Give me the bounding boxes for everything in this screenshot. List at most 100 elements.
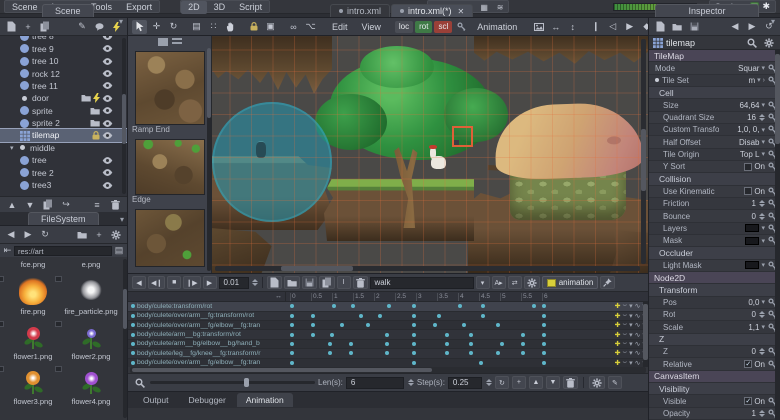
- ease-curve-button[interactable]: ⌣: [622, 331, 627, 339]
- keyframe[interactable]: [542, 342, 546, 346]
- property-value[interactable]: ✓On: [744, 360, 765, 369]
- add-key-button[interactable]: ✚: [615, 312, 621, 320]
- save-resource-button[interactable]: [687, 20, 701, 34]
- ease-curve-button[interactable]: ⌣: [622, 340, 627, 348]
- checkbox[interactable]: [744, 163, 752, 171]
- add-track-button[interactable]: +: [512, 376, 526, 389]
- file-item[interactable]: fire.png: [5, 276, 61, 316]
- keyframe[interactable]: [359, 314, 363, 318]
- property-row[interactable]: Tile Setm▾›: [649, 75, 780, 87]
- bitmask-field[interactable]: [745, 224, 759, 232]
- ruler-ticks[interactable]: 00.511.522.533.544.555.56: [286, 292, 648, 301]
- filesystem-scrollbar[interactable]: [123, 259, 127, 418]
- insert-key-button[interactable]: [454, 20, 469, 34]
- palette-scrollbar[interactable]: [207, 48, 211, 271]
- tab-close-icon[interactable]: ✕: [458, 7, 465, 16]
- keyframe[interactable]: [290, 304, 294, 308]
- animation-track[interactable]: body/culete:transform/rot✚⌣▾∿▾: [128, 302, 648, 311]
- property-value[interactable]: On: [744, 162, 765, 171]
- expander-icon[interactable]: ▾: [10, 144, 18, 152]
- property-row[interactable]: Z0: [649, 346, 780, 358]
- path-field[interactable]: res://art: [14, 246, 112, 256]
- scene-file-tab[interactable]: intro.xml(*)✕: [391, 4, 473, 17]
- keyframe[interactable]: [445, 342, 449, 346]
- keyframe[interactable]: [378, 314, 382, 318]
- folder-icon[interactable]: [90, 119, 100, 127]
- ease-curve-button[interactable]: ⌣: [622, 302, 627, 310]
- tile-thumbnail[interactable]: [135, 51, 205, 125]
- scene-file-tab[interactable]: intro.xml: [330, 4, 390, 17]
- mode-tab-2d[interactable]: 2D: [181, 1, 207, 14]
- group-row[interactable]: Z: [649, 334, 780, 346]
- edited-node-chip[interactable]: animation: [542, 276, 599, 289]
- scene-tree-row[interactable]: sprite: [0, 105, 127, 117]
- anim-time-spinner[interactable]: [252, 279, 258, 286]
- keyframe[interactable]: [481, 314, 485, 318]
- file-item[interactable]: fire_particle.png: [63, 276, 119, 316]
- property-row[interactable]: Tile OriginTop L▾: [649, 149, 780, 161]
- track-up-button[interactable]: ▲: [529, 376, 543, 389]
- add-node-button[interactable]: +: [21, 20, 35, 34]
- spinner[interactable]: [759, 114, 765, 121]
- visibility-eye-icon[interactable]: [102, 95, 113, 102]
- property-row[interactable]: Light Mask▾: [649, 260, 780, 272]
- keyframe[interactable]: [469, 342, 473, 346]
- ease-curve-button[interactable]: ⌣: [622, 359, 627, 367]
- property-row[interactable]: Pos0,0▾: [649, 297, 780, 309]
- add-key-button[interactable]: ✚: [615, 340, 621, 348]
- ease-dropdown[interactable]: ▾: [629, 302, 633, 310]
- scene-tree-row[interactable]: ▾middle: [0, 142, 127, 154]
- group-row[interactable]: Collision: [649, 173, 780, 185]
- property-value[interactable]: Top L▾: [740, 150, 765, 159]
- keyframe[interactable]: [412, 351, 416, 355]
- spinner[interactable]: [759, 213, 765, 220]
- anim-load-button[interactable]: [284, 276, 300, 289]
- duplicate-node-button[interactable]: [41, 198, 55, 212]
- bolt-icon[interactable]: [93, 93, 100, 103]
- rotate-tool-button[interactable]: ↻: [166, 20, 181, 34]
- ease-dropdown[interactable]: ▾: [629, 340, 633, 348]
- visibility-eye-icon[interactable]: [102, 58, 113, 65]
- property-row[interactable]: Mask▾: [649, 235, 780, 247]
- keyframe[interactable]: [412, 304, 416, 308]
- h-guides-button[interactable]: ↔: [548, 20, 563, 34]
- pan-tool-button[interactable]: [223, 20, 238, 34]
- folder-icon[interactable]: [90, 107, 100, 115]
- keyframe[interactable]: [385, 351, 389, 355]
- fs-forward-button[interactable]: ▶: [21, 228, 35, 242]
- visibility-eye-icon[interactable]: [102, 45, 113, 52]
- inspector-dock-dropdown-icon[interactable]: ▾: [771, 17, 775, 26]
- ease-dropdown[interactable]: ▾: [629, 321, 633, 329]
- keyframe[interactable]: [412, 323, 416, 327]
- fs-settings-button[interactable]: [109, 228, 123, 242]
- multi-edit-button[interactable]: ≡: [90, 198, 104, 212]
- inspector-dock-tab[interactable]: Inspector: [655, 4, 759, 17]
- property-row[interactable]: Friction1: [649, 198, 780, 210]
- keyframe[interactable]: [311, 314, 315, 318]
- viewport-vscrollbar[interactable]: [641, 39, 646, 264]
- add-key-button[interactable]: ✚: [615, 349, 621, 357]
- anim-new-button[interactable]: [267, 276, 282, 289]
- track-keys[interactable]: [286, 330, 584, 338]
- property-value[interactable]: 0: [752, 310, 765, 319]
- tracks-scrollbar[interactable]: [643, 302, 648, 367]
- scene-tree-row[interactable]: tree 11: [0, 80, 127, 92]
- visibility-eye-icon[interactable]: [102, 169, 113, 176]
- lock-object-button[interactable]: [246, 20, 261, 34]
- group-object-button[interactable]: ▣: [263, 20, 278, 34]
- group-row[interactable]: Cell: [649, 87, 780, 99]
- select-tool-button[interactable]: [132, 20, 147, 34]
- fs-refresh-button[interactable]: ↻: [38, 228, 52, 242]
- keyframe[interactable]: [542, 361, 546, 365]
- animation-track[interactable]: body/culete/arm__bg:transform/rot✚⌣▾∿▾: [128, 330, 648, 339]
- search-properties-button[interactable]: [745, 36, 759, 50]
- anim-play-button[interactable]: ▶: [203, 276, 217, 289]
- scene-tree-row[interactable]: tree3: [0, 179, 127, 191]
- property-value[interactable]: 0: [752, 212, 765, 221]
- property-value[interactable]: Squar▾: [738, 64, 765, 73]
- track-keys[interactable]: [286, 340, 584, 348]
- add-key-button[interactable]: ✚: [615, 359, 621, 367]
- play-custom-scene-button[interactable]: ▦: [476, 1, 492, 14]
- ease-curve-button[interactable]: ⌣: [622, 321, 627, 329]
- new-scene-button[interactable]: [4, 20, 18, 34]
